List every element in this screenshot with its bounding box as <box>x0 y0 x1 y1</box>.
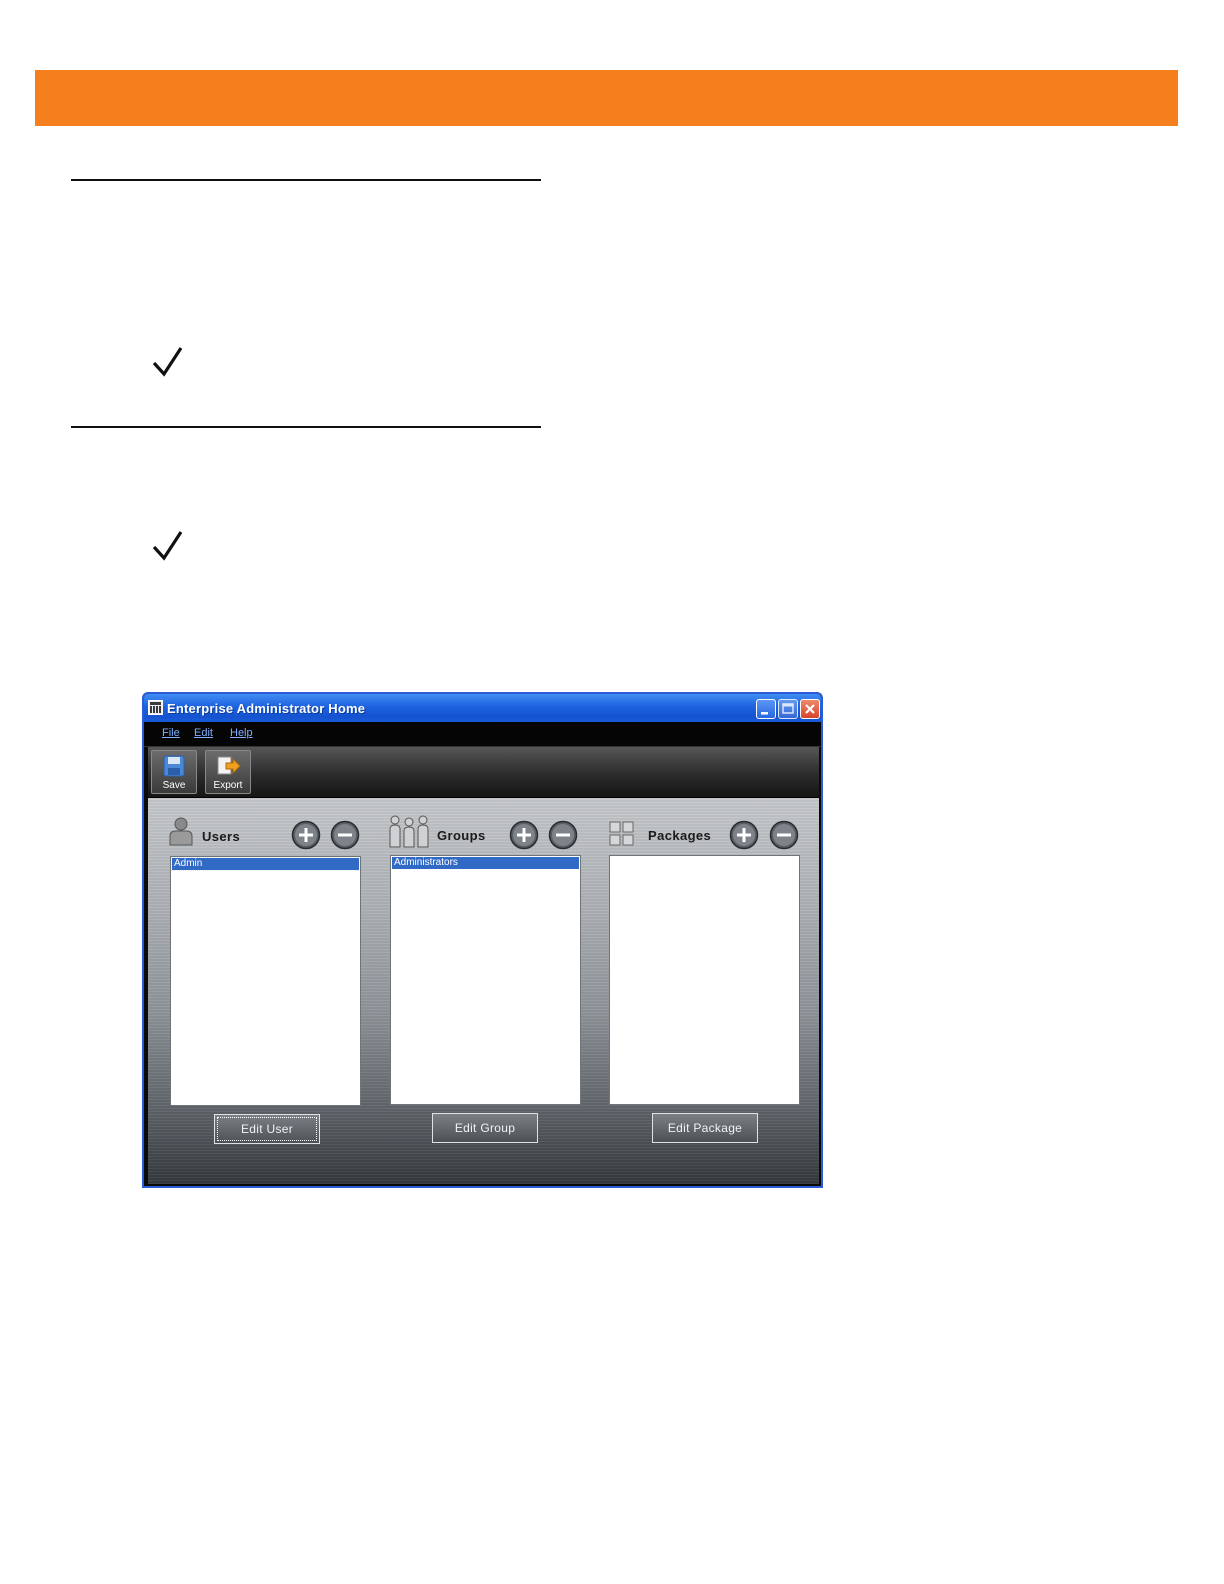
close-button[interactable] <box>800 699 820 719</box>
packages-heading: Packages <box>648 828 712 843</box>
groups-heading: Groups <box>437 828 486 843</box>
menu-help[interactable]: Help <box>230 727 253 739</box>
menu-edit[interactable]: Edit <box>194 727 213 739</box>
add-group-button[interactable] <box>509 820 539 850</box>
top-rule <box>71 179 541 181</box>
maximize-icon <box>782 703 794 714</box>
add-package-button[interactable] <box>729 820 759 850</box>
save-button[interactable]: Save <box>151 750 197 794</box>
minimize-icon <box>761 712 768 715</box>
checkmark-icon <box>152 347 183 377</box>
export-icon <box>217 756 241 775</box>
title-bar[interactable]: Enterprise Administrator Home <box>144 694 821 722</box>
users-list[interactable]: Admin <box>170 856 361 1106</box>
edit-user-button[interactable]: Edit User <box>214 1114 320 1144</box>
close-icon <box>805 704 815 714</box>
list-item[interactable]: Administrators <box>392 857 579 869</box>
app-icon <box>148 700 163 715</box>
users-heading: Users <box>202 829 241 844</box>
enterprise-admin-window: Enterprise Administrator Home File Edit … <box>142 692 823 1188</box>
add-user-button[interactable] <box>291 820 321 850</box>
section-rule <box>71 426 541 428</box>
window-title: Enterprise Administrator Home <box>167 701 366 716</box>
user-icon <box>169 817 193 846</box>
edit-group-button[interactable]: Edit Group <box>432 1113 538 1143</box>
group-icon <box>389 815 429 848</box>
checkmark-icon <box>152 531 183 561</box>
save-disk-icon <box>163 755 185 777</box>
main-panel: Users Admin Edit User Groups Administrat… <box>148 798 819 1184</box>
export-button[interactable]: Export <box>205 750 251 794</box>
header-banner <box>35 70 1178 126</box>
save-label: Save <box>162 780 186 791</box>
edit-package-button[interactable]: Edit Package <box>652 1113 758 1143</box>
minimize-button[interactable] <box>756 699 776 719</box>
list-item[interactable]: Admin <box>171 857 360 871</box>
menu-file[interactable]: File <box>162 727 180 739</box>
packages-list[interactable] <box>609 855 800 1105</box>
remove-group-button[interactable] <box>548 820 578 850</box>
maximize-button[interactable] <box>778 699 798 719</box>
remove-package-button[interactable] <box>769 820 799 850</box>
menu-bar: File Edit Help <box>144 722 821 747</box>
groups-list[interactable]: Administrators <box>390 855 581 1105</box>
export-label: Export <box>213 780 243 791</box>
toolbar: Save Export <box>148 747 819 798</box>
packages-grid-icon <box>609 821 634 846</box>
remove-user-button[interactable] <box>330 820 360 850</box>
